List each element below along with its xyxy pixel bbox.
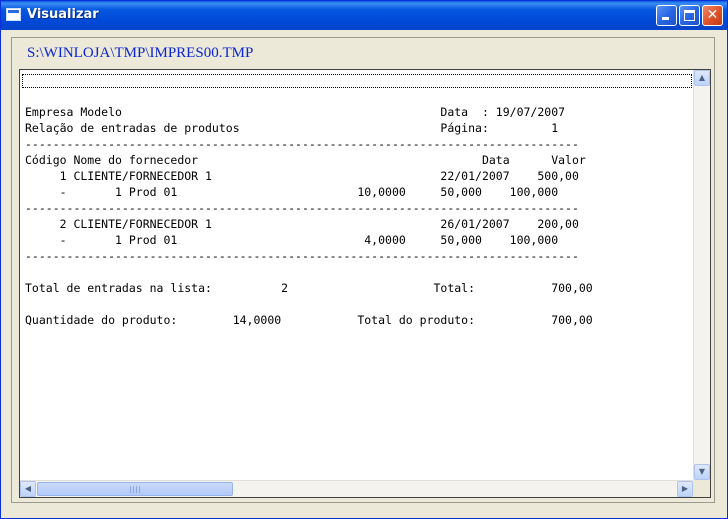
report-line: - 1 Prod 01 4,0000 50,000 100,000	[25, 233, 559, 247]
minimize-icon	[662, 17, 669, 20]
report-viewer[interactable]: Empresa Modelo Data : 19/07/2007 Relação…	[19, 69, 711, 498]
close-button[interactable]: ✕	[702, 5, 723, 26]
arrow-up-icon: ▲	[698, 73, 706, 82]
report-line: Código Nome do fornecedor Data Valor	[25, 153, 586, 167]
horizontal-scrollbar[interactable]: ◀ ▶	[20, 480, 693, 497]
maximize-icon	[684, 10, 695, 21]
report-line: ----------------------------------------…	[25, 249, 579, 263]
report-line: ----------------------------------------…	[25, 201, 579, 215]
window-icon[interactable]	[6, 8, 21, 21]
minimize-button[interactable]	[656, 5, 677, 26]
report-line: Empresa Modelo Data : 19/07/2007	[25, 105, 566, 119]
scroll-left-button[interactable]: ◀	[20, 481, 36, 497]
arrow-right-icon: ▶	[681, 484, 689, 493]
title-bar[interactable]: Visualizar ✕	[1, 1, 727, 30]
report-line: ----------------------------------------…	[25, 137, 579, 151]
report-line: Total de entradas na lista: 2 Total: 700…	[25, 281, 593, 295]
focus-rectangle	[22, 74, 692, 88]
arrow-left-icon: ◀	[24, 484, 32, 493]
horizontal-scroll-thumb[interactable]	[37, 482, 233, 496]
scrollbar-corner	[693, 480, 710, 497]
report-line: 2 CLIENTE/FORNECEDOR 1 26/01/2007 200,00	[25, 217, 579, 231]
report-line: - 1 Prod 01 10,0000 50,000 100,000	[25, 185, 559, 199]
scroll-down-button[interactable]: ▼	[694, 464, 710, 480]
vertical-scrollbar[interactable]: ▲ ▼	[693, 70, 710, 480]
file-path-label: S:\WINLOJA\TMP\IMPRES00.TMP	[27, 45, 254, 61]
arrow-down-icon: ▼	[698, 467, 706, 476]
close-icon: ✕	[706, 7, 719, 23]
scroll-up-button[interactable]: ▲	[694, 70, 710, 86]
report-line: Relação de entradas de produtos Página: …	[25, 121, 559, 135]
visualizar-window: Visualizar ✕ S:\WINLOJA\TMP\IMPRES00.TMP…	[0, 0, 728, 519]
grip-icon	[130, 486, 142, 493]
report-line: 1 CLIENTE/FORNECEDOR 1 22/01/2007 500,00	[25, 169, 579, 183]
report-line: Quantidade do produto: 14,0000 Total do …	[25, 313, 593, 327]
report-content: Empresa Modelo Data : 19/07/2007 Relação…	[25, 104, 593, 328]
window-title: Visualizar	[27, 7, 99, 22]
maximize-button[interactable]	[679, 5, 700, 26]
scroll-right-button[interactable]: ▶	[677, 481, 693, 497]
